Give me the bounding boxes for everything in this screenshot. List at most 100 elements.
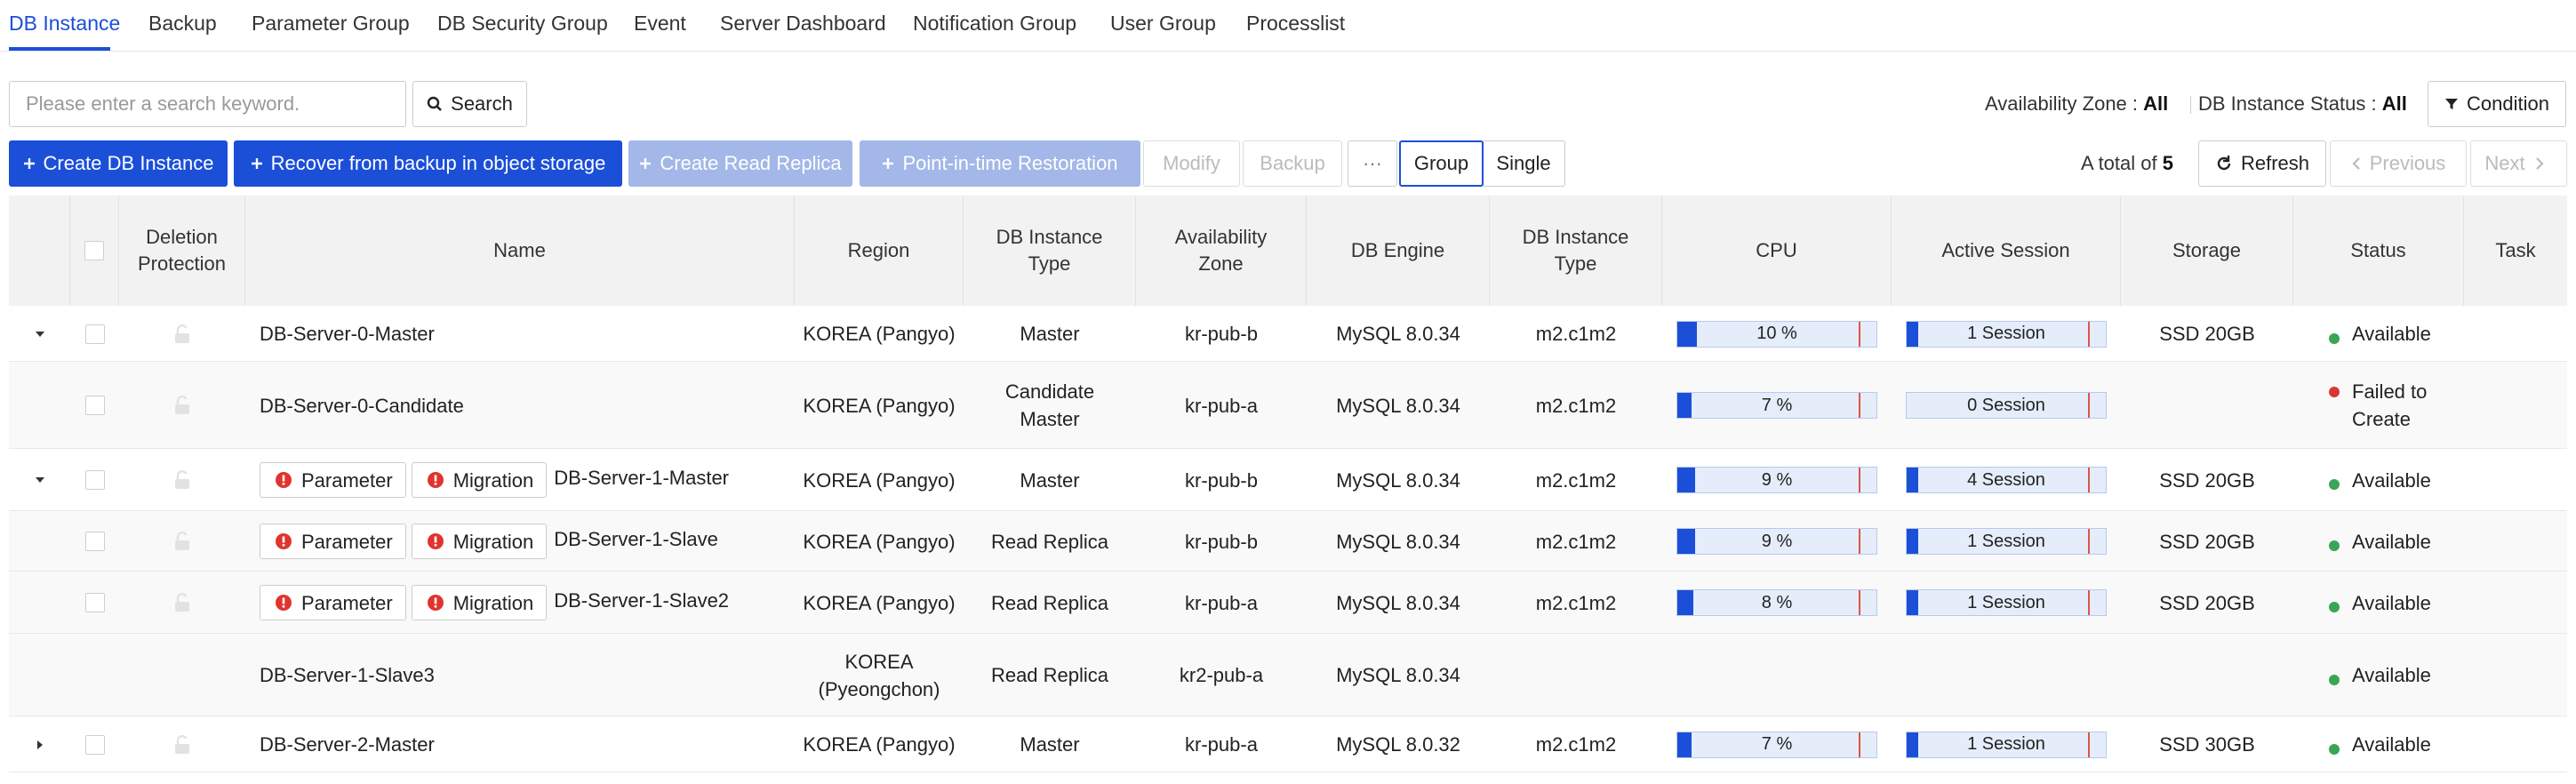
tab-db-instance[interactable]: DB Instance	[9, 12, 120, 36]
recover-from-backup-button[interactable]: Recover from backup in object storage	[234, 140, 622, 187]
previous-label: Previous	[2369, 152, 2446, 174]
active-session-bar: 1 Session	[1906, 589, 2107, 616]
tab-user-group[interactable]: User Group	[1110, 12, 1216, 36]
table-row[interactable]: Parameter Migration DB-Server-1-Slave2 KORE…	[9, 572, 2567, 634]
migration-warning-tag[interactable]: Migration	[411, 585, 548, 620]
point-in-time-restoration-button[interactable]: Point-in-time Restoration	[860, 140, 1140, 187]
unlock-icon[interactable]	[174, 734, 190, 755]
tab-server-dashboard[interactable]: Server Dashboard	[720, 12, 886, 36]
instance-name[interactable]: DB-Server-1-Slave2	[554, 587, 729, 614]
migration-warning-tag[interactable]: Migration	[411, 524, 548, 559]
migration-warning-tag[interactable]: Migration	[411, 462, 548, 498]
table-row[interactable]: Parameter Migration DB-Server-1-Slave KOREA…	[9, 511, 2567, 572]
table-row[interactable]: Parameter Migration DB-Server-1-Master KORE…	[9, 449, 2567, 511]
instance-name[interactable]: DB-Server-0-Candidate	[260, 392, 464, 420]
instance-name[interactable]: DB-Server-2-Master	[260, 731, 435, 758]
migration-tag-label: Migration	[452, 591, 534, 614]
instance-name[interactable]: DB-Server-1-Slave3	[260, 661, 435, 689]
instance-name[interactable]: DB-Server-1-Master	[554, 464, 729, 492]
row-checkbox[interactable]	[84, 593, 105, 612]
column-status[interactable]: Status	[2293, 196, 2464, 306]
column-active-session[interactable]: Active Session	[1892, 196, 2121, 306]
create-db-instance-button[interactable]: Create DB Instance	[9, 140, 228, 187]
modify-button[interactable]: Modify	[1143, 140, 1240, 187]
next-page-button[interactable]: Next	[2470, 140, 2567, 187]
column-db-instance-type[interactable]: DB Instance Type	[964, 196, 1136, 306]
warning-icon	[276, 595, 292, 611]
table-row[interactable]: DB-Server-0-Candidate KOREA (Pangyo) Candi…	[9, 362, 2567, 449]
status-dot	[2329, 602, 2340, 612]
row-checkbox[interactable]	[84, 470, 105, 490]
availability-zone-filter[interactable]: Availability Zone : All	[1985, 92, 2168, 116]
tab-bar: DB Instance Backup Parameter Group DB Se…	[0, 0, 2576, 52]
unlock-icon[interactable]	[174, 470, 190, 490]
tab-event[interactable]: Event	[634, 12, 686, 36]
unlock-icon[interactable]	[174, 532, 190, 551]
column-db-engine[interactable]: DB Engine	[1307, 196, 1490, 306]
group-view-toggle[interactable]: Group	[1399, 140, 1484, 187]
more-actions-button[interactable]: ···	[1348, 140, 1397, 187]
column-deletion-protection[interactable]: Deletion Protection	[119, 196, 245, 306]
instance-type-value: Master	[1020, 323, 1080, 345]
single-view-toggle[interactable]: Single	[1482, 140, 1565, 187]
refresh-button[interactable]: Refresh	[2198, 140, 2326, 187]
tab-notification-group[interactable]: Notification Group	[913, 12, 1076, 36]
region-value: KOREA (Pangyo)	[803, 468, 956, 492]
region-value: KOREA (Pangyo)	[803, 733, 956, 756]
cpu-usage-bar: 9 %	[1676, 528, 1877, 555]
select-all-checkbox[interactable]	[84, 241, 104, 260]
availability-zone-value: kr-pub-a	[1185, 394, 1258, 417]
status-dot	[2329, 674, 2340, 685]
column-storage[interactable]: Storage	[2121, 196, 2293, 306]
storage-value: SSD 20GB	[2159, 468, 2255, 492]
caret-down-icon[interactable]	[34, 474, 46, 486]
status-dot	[2329, 387, 2340, 397]
instance-name[interactable]: DB-Server-1-Slave	[554, 525, 718, 553]
parameter-warning-tag[interactable]: Parameter	[260, 524, 406, 559]
create-read-replica-button[interactable]: Create Read Replica	[628, 140, 852, 187]
instance-status-filter[interactable]: DB Instance Status : All	[2198, 92, 2407, 116]
region-value: KOREA (Pangyo)	[803, 530, 956, 553]
row-checkbox[interactable]	[84, 396, 105, 415]
cpu-usage-bar-value: 8 %	[1761, 592, 1793, 612]
table-row[interactable]: DB-Server-0-Master KOREA (Pangyo) Master kr…	[9, 306, 2567, 362]
row-checkbox[interactable]	[84, 734, 105, 755]
unlock-icon[interactable]	[174, 324, 190, 344]
row-checkbox[interactable]	[84, 532, 105, 551]
instance-name[interactable]: DB-Server-0-Master	[260, 320, 435, 348]
column-task[interactable]: Task	[2464, 196, 2567, 306]
tab-backup[interactable]: Backup	[148, 12, 217, 36]
parameter-warning-tag[interactable]: Parameter	[260, 585, 406, 620]
table-row[interactable]: DB-Server-1-Slave3 KOREA (Pyeongchon) Read…	[9, 634, 2567, 716]
table-row[interactable]: DB-Server-2-Master KOREA (Pangyo) Master kr…	[9, 716, 2567, 772]
column-name[interactable]: Name	[245, 196, 795, 306]
column-availability-zone[interactable]: Availability Zone	[1136, 196, 1307, 306]
condition-button[interactable]: Condition	[2428, 81, 2566, 127]
instance-type-value: Candidate Master	[1004, 380, 1095, 430]
tab-processlist[interactable]: Processlist	[1246, 12, 1345, 36]
tab-db-security-group[interactable]: DB Security Group	[437, 12, 608, 36]
column-cpu[interactable]: CPU	[1662, 196, 1892, 306]
caret-right-icon[interactable]	[34, 739, 46, 751]
total-count: A total of 5	[2081, 152, 2173, 175]
select-all-column-header	[70, 196, 119, 306]
plus-icon	[251, 158, 262, 169]
row-checkbox[interactable]	[84, 324, 105, 344]
parameter-warning-tag[interactable]: Parameter	[260, 462, 406, 498]
column-region[interactable]: Region	[795, 196, 964, 306]
condition-label: Condition	[2467, 92, 2549, 115]
tab-parameter-group[interactable]: Parameter Group	[252, 12, 410, 36]
parameter-tag-label: Parameter	[301, 530, 393, 553]
previous-page-button[interactable]: Previous	[2330, 140, 2467, 187]
availability-zone-value: kr-pub-a	[1185, 591, 1258, 614]
db-engine-value: MySQL 8.0.32	[1336, 733, 1460, 756]
unlock-icon[interactable]	[174, 593, 190, 612]
caret-down-icon[interactable]	[34, 328, 46, 340]
point-in-time-restoration-label: Point-in-time Restoration	[902, 152, 1118, 174]
backup-button[interactable]: Backup	[1243, 140, 1342, 187]
warning-icon	[276, 533, 292, 549]
search-input[interactable]	[9, 81, 406, 127]
unlock-icon[interactable]	[174, 396, 190, 415]
search-button[interactable]: Search	[412, 81, 527, 127]
column-db-instance-type-spec[interactable]: DB Instance Type	[1490, 196, 1662, 306]
